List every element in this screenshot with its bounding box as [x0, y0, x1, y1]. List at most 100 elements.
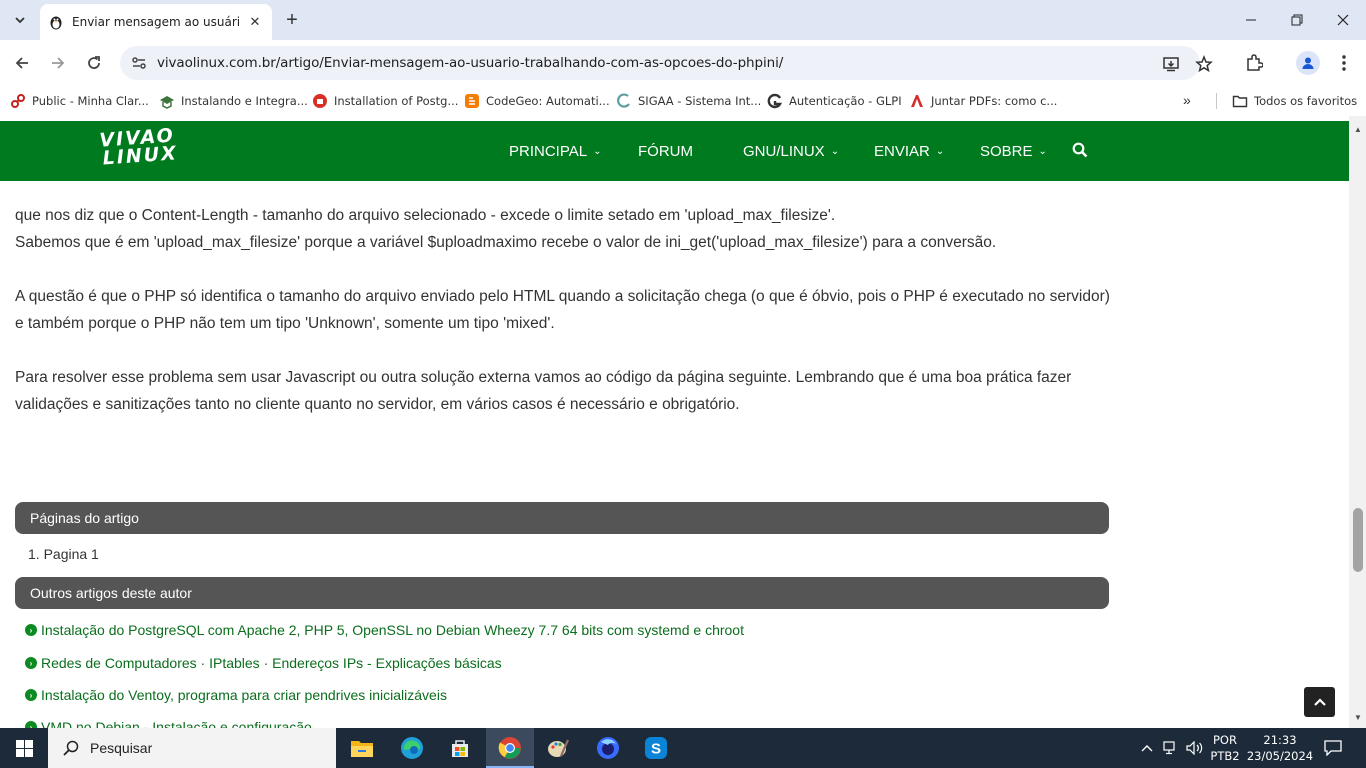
- bookmark-item[interactable]: Instalando e Integra...: [159, 92, 308, 110]
- close-icon: [1337, 14, 1349, 26]
- chevron-down-icon: ⌄: [935, 145, 945, 157]
- chevron-right-icon: ›: [25, 721, 37, 728]
- input-language-indicator[interactable]: POR PTB2: [1208, 732, 1242, 764]
- browser-menu-icon[interactable]: [1330, 49, 1358, 77]
- taskbar-firefox-dev[interactable]: [584, 728, 632, 768]
- profile-avatar[interactable]: [1296, 51, 1320, 75]
- tab-search-button[interactable]: [6, 6, 34, 34]
- article-paragraph: Para resolver esse problema sem usar Jav…: [15, 369, 1072, 413]
- reload-button[interactable]: [80, 49, 108, 77]
- bookmark-item[interactable]: CodeGeo: Automati...: [464, 92, 610, 110]
- article-paragraph: A questão é que o PHP só identifica o ta…: [15, 288, 1110, 332]
- tab-title: Enviar mensagem ao usuário tra: [72, 15, 240, 29]
- blogger-icon: [465, 94, 479, 108]
- glpi-icon: [767, 93, 783, 109]
- clock[interactable]: 21:33 23/05/2024: [1245, 732, 1315, 764]
- other-article-link[interactable]: › VMD no Debian - Instalação e configuraç…: [25, 719, 312, 728]
- restore-icon: [1291, 14, 1303, 26]
- taskbar-chrome[interactable]: [486, 728, 534, 768]
- menu-sobre[interactable]: SOBRE ⌄: [980, 121, 1047, 181]
- back-to-top-button[interactable]: [1304, 687, 1335, 717]
- chevron-right-icon: ›: [25, 624, 37, 636]
- tab-close-icon[interactable]: ✕: [246, 13, 264, 31]
- pin-icon: [11, 94, 25, 108]
- show-hidden-icons[interactable]: [1137, 728, 1157, 768]
- bookmark-item[interactable]: Installation of Postg...: [312, 92, 458, 110]
- chevron-right-icon: ›: [25, 657, 37, 669]
- notifications-icon[interactable]: [1320, 728, 1346, 768]
- taskbar-store[interactable]: [436, 728, 484, 768]
- other-article-link[interactable]: › Instalação do PostgreSQL com Apache 2, …: [25, 622, 744, 638]
- windows-logo-icon: [15, 739, 33, 757]
- chevron-down-icon: ⌄: [593, 145, 602, 157]
- bookmark-item[interactable]: SIGAA - Sistema Int...: [616, 92, 761, 110]
- bookmarks-bar: Public - Minha Clar... Instalando e Inte…: [0, 86, 1366, 116]
- chevron-down-icon: ⌄: [830, 145, 840, 157]
- browser-toolbar: vivaolinux.com.br/artigo/Enviar-mensagem…: [0, 40, 1366, 86]
- all-bookmarks-folder[interactable]: Todos os favoritos: [1232, 92, 1357, 110]
- site-header: VIVAO LINUX PRINCIPAL ⌄ FÓRUM GNU/LINUX ⌄ …: [0, 121, 1349, 181]
- new-tab-button[interactable]: +: [280, 8, 304, 32]
- skype-icon: S: [645, 737, 667, 759]
- menu-forum[interactable]: FÓRUM: [638, 121, 693, 181]
- minimize-button[interactable]: [1228, 0, 1274, 40]
- address-bar[interactable]: vivaolinux.com.br/artigo/Enviar-mensagem…: [120, 46, 1213, 80]
- other-article-link[interactable]: › Redes de Computadores · IPtables · Ende…: [25, 655, 502, 671]
- taskbar-edge[interactable]: [388, 728, 436, 768]
- scrollbar-thumb[interactable]: [1353, 508, 1363, 572]
- start-button[interactable]: [0, 728, 48, 768]
- firefox-icon: [597, 737, 619, 759]
- back-arrow-icon: [15, 57, 28, 69]
- edge-icon: [401, 737, 423, 759]
- chevron-up-icon: [1313, 698, 1326, 706]
- other-articles-header: Outros artigos deste autor: [15, 577, 1109, 609]
- bug-icon: [313, 94, 327, 108]
- menu-enviar[interactable]: ENVIAR ⌄: [874, 121, 944, 181]
- chrome-icon: [498, 737, 521, 759]
- menu-principal[interactable]: PRINCIPAL ⌄: [509, 121, 601, 181]
- folder-icon: [351, 741, 373, 757]
- taskbar-skype[interactable]: S: [632, 728, 680, 768]
- person-icon: [1302, 57, 1314, 69]
- restore-button[interactable]: [1274, 0, 1320, 40]
- more-bookmarks-icon[interactable]: »: [1183, 92, 1191, 108]
- volume-icon[interactable]: [1184, 728, 1206, 768]
- chevron-right-icon: ›: [25, 689, 37, 701]
- windows-taskbar: Pesquisar S POR PTB2 21:33 23/05/2024: [0, 728, 1366, 768]
- reload-icon: [88, 56, 100, 69]
- store-icon: [452, 740, 468, 757]
- page-viewport: VIVAO LINUX PRINCIPAL ⌄ FÓRUM GNU/LINUX ⌄ …: [0, 116, 1366, 728]
- menu-gnu-linux[interactable]: GNU/LINUX ⌄: [743, 121, 839, 181]
- bookmark-item[interactable]: Juntar PDFs: como c...: [909, 92, 1057, 110]
- scroll-up-arrow-icon[interactable]: ▲: [1353, 124, 1363, 134]
- site-info-icon[interactable]: [130, 54, 148, 72]
- url-text: vivaolinux.com.br/artigo/Enviar-mensagem…: [157, 55, 784, 71]
- article-pages-header: Páginas do artigo: [15, 502, 1109, 534]
- other-article-link[interactable]: › Instalação do Ventoy, programa para cri…: [25, 687, 447, 703]
- extensions-icon[interactable]: [1240, 49, 1268, 77]
- hat-icon: [160, 96, 174, 109]
- chevron-down-icon: ⌄: [1038, 145, 1047, 157]
- sigaa-icon: [617, 93, 630, 108]
- search-icon[interactable]: [1072, 142, 1088, 158]
- taskbar-search-box[interactable]: Pesquisar: [48, 728, 336, 768]
- site-logo[interactable]: VIVAO LINUX: [99, 124, 179, 169]
- scroll-down-arrow-icon[interactable]: ▼: [1353, 712, 1363, 722]
- active-tab[interactable]: Enviar mensagem ao usuário tra ✕: [40, 4, 272, 40]
- back-button[interactable]: [8, 49, 36, 77]
- tab-bar: Enviar mensagem ao usuário tra ✕ +: [0, 0, 1366, 40]
- close-window-button[interactable]: [1320, 0, 1366, 40]
- article-page-link[interactable]: 1. Pagina 1: [28, 546, 99, 562]
- forward-button[interactable]: [44, 49, 72, 77]
- taskbar-paint[interactable]: [534, 728, 582, 768]
- bookmark-star-icon[interactable]: [1193, 53, 1215, 75]
- network-icon[interactable]: [1160, 728, 1182, 768]
- bookmark-item[interactable]: Public - Minha Clar...: [10, 92, 149, 110]
- page-scrollbar[interactable]: ▲ ▼: [1349, 116, 1366, 728]
- folder-icon: [1232, 95, 1248, 108]
- chevron-down-icon: [15, 17, 25, 24]
- install-app-icon[interactable]: [1160, 53, 1182, 75]
- palette-icon: [548, 739, 570, 757]
- taskbar-file-explorer[interactable]: [338, 728, 386, 768]
- bookmark-item[interactable]: Autenticação - GLPI: [767, 92, 902, 110]
